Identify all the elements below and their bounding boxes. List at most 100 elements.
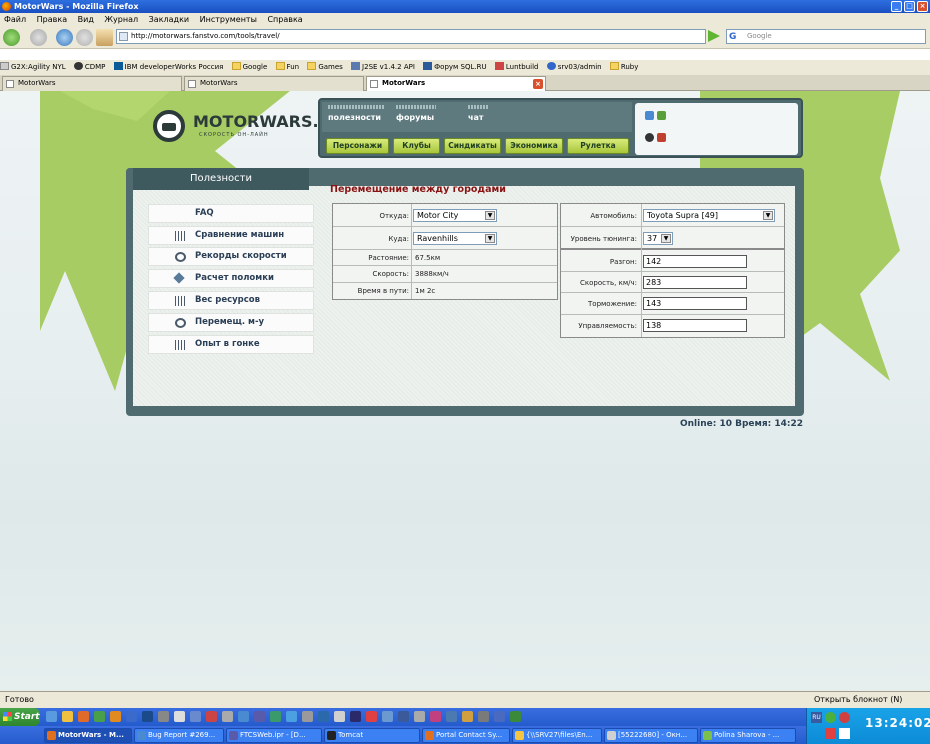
menu-item-race-experience[interactable]: Опыт в гонке xyxy=(148,335,314,354)
menu-history[interactable]: Журнал xyxy=(104,15,138,24)
mail-icon[interactable] xyxy=(839,728,850,739)
menu-view[interactable]: Вид xyxy=(78,15,94,24)
quicklaunch-icon[interactable] xyxy=(286,711,297,722)
nav-link-chat[interactable]: чат xyxy=(468,105,488,122)
browser-tab[interactable]: MotorWars xyxy=(184,76,364,91)
quicklaunch-icon[interactable] xyxy=(62,711,73,722)
bookmark-item[interactable]: srv03/admin xyxy=(546,60,602,75)
reload-icon[interactable] xyxy=(56,29,73,46)
nav-link-forums[interactable]: форумы xyxy=(396,105,436,122)
bookmark-item[interactable]: J2SE v1.4.2 API xyxy=(351,60,415,75)
button-clubs[interactable]: Клубы xyxy=(393,138,440,154)
menu-edit[interactable]: Правка xyxy=(37,15,67,24)
profile-icon[interactable] xyxy=(657,133,666,142)
quicklaunch-icon[interactable] xyxy=(46,711,57,722)
button-characters[interactable]: Персонажи xyxy=(326,138,389,154)
car-select[interactable]: Toyota Supra [49] ▼ xyxy=(643,209,775,222)
from-select[interactable]: Motor City ▼ xyxy=(413,209,497,222)
braking-input[interactable]: 143 xyxy=(643,297,747,310)
menu-tools[interactable]: Инструменты xyxy=(200,15,257,24)
home-icon[interactable] xyxy=(96,29,113,46)
quicklaunch-icon[interactable] xyxy=(302,711,313,722)
taskbar-button[interactable]: Tomcat xyxy=(324,728,420,743)
quicklaunch-icon[interactable] xyxy=(238,711,249,722)
stop-icon[interactable] xyxy=(76,29,93,46)
start-button[interactable]: Start xyxy=(0,708,40,726)
mail-icon[interactable] xyxy=(645,111,654,120)
minimize-button[interactable]: _ xyxy=(891,1,902,12)
quicklaunch-icon[interactable] xyxy=(446,711,457,722)
quicklaunch-icon[interactable] xyxy=(414,711,425,722)
button-syndicates[interactable]: Синдикаты xyxy=(444,138,501,154)
button-economy[interactable]: Экономика xyxy=(505,138,563,154)
quicklaunch-icon[interactable] xyxy=(366,711,377,722)
close-tab-icon[interactable]: × xyxy=(533,79,543,89)
settings-icon[interactable] xyxy=(645,133,654,142)
tray-icon[interactable] xyxy=(825,712,836,723)
quicklaunch-icon[interactable] xyxy=(78,711,89,722)
menu-file[interactable]: Файл xyxy=(4,15,26,24)
site-logo[interactable]: MOTORWARS.RU СКОРОСТЬ ОН-ЛАЙН xyxy=(151,108,344,144)
quicklaunch-icon[interactable] xyxy=(430,711,441,722)
quicklaunch-icon[interactable] xyxy=(142,711,153,722)
taskbar-button[interactable]: Portal Contact Sy... xyxy=(422,728,510,743)
bookmark-folder[interactable]: Google xyxy=(231,60,267,75)
bookmark-item[interactable]: Форум SQL.RU xyxy=(423,60,487,75)
nav-link-useful[interactable]: полезности xyxy=(328,105,384,122)
quicklaunch-icon[interactable] xyxy=(382,711,393,722)
quicklaunch-icon[interactable] xyxy=(158,711,169,722)
notepad-status[interactable]: Открыть блокнот (N) xyxy=(814,692,902,708)
language-indicator[interactable]: RU xyxy=(811,712,822,723)
menu-bookmarks[interactable]: Закладки xyxy=(149,15,189,24)
back-icon[interactable] xyxy=(3,29,20,46)
quicklaunch-icon[interactable] xyxy=(398,711,409,722)
quicklaunch-icon[interactable] xyxy=(462,711,473,722)
quicklaunch-icon[interactable] xyxy=(318,711,329,722)
maximize-button[interactable]: □ xyxy=(904,1,915,12)
taskbar-button[interactable]: Polina Sharova - ... xyxy=(700,728,796,743)
menu-item-resource-weight[interactable]: Вес ресурсов xyxy=(148,291,314,310)
quicklaunch-icon[interactable] xyxy=(334,711,345,722)
bookmark-item[interactable]: Luntbuild xyxy=(494,60,538,75)
quicklaunch-icon[interactable] xyxy=(206,711,217,722)
taskbar-button[interactable]: MotorWars - M... xyxy=(44,728,132,743)
quicklaunch-icon[interactable] xyxy=(510,711,521,722)
quicklaunch-icon[interactable] xyxy=(190,711,201,722)
bookmark-item[interactable]: IBM developerWorks Россия xyxy=(113,60,223,75)
menu-item-compare-cars[interactable]: Сравнение машин xyxy=(148,226,314,245)
bookmark-item[interactable]: G2X:Agility NYL xyxy=(0,60,66,75)
tray-icon[interactable] xyxy=(825,728,836,739)
search-input[interactable]: G Google xyxy=(726,29,926,44)
bookmark-folder[interactable]: Games xyxy=(307,60,343,75)
quicklaunch-icon[interactable] xyxy=(110,711,121,722)
quicklaunch-icon[interactable] xyxy=(478,711,489,722)
menu-item-city-travel[interactable]: Перемещ. м-у городами xyxy=(148,313,314,344)
to-select[interactable]: Ravenhills ▼ xyxy=(413,232,497,245)
browser-tab-active[interactable]: MotorWars × xyxy=(366,76,546,91)
menu-help[interactable]: Справка xyxy=(267,15,302,24)
tuning-select[interactable]: 37 ▼ xyxy=(643,232,673,245)
max-speed-input[interactable]: 283 xyxy=(643,276,747,289)
menu-item-damage-calc[interactable]: Расчет поломки xyxy=(148,269,314,288)
quicklaunch-icon[interactable] xyxy=(174,711,185,722)
browser-tab[interactable]: MotorWars xyxy=(2,76,182,91)
forward-icon[interactable] xyxy=(30,29,47,46)
quicklaunch-icon[interactable] xyxy=(94,711,105,722)
tray-icon[interactable] xyxy=(839,712,850,723)
quicklaunch-icon[interactable] xyxy=(350,711,361,722)
url-input[interactable]: http://motorwars.fanstvo.com/tools/trave… xyxy=(116,29,706,44)
menu-item-faq[interactable]: FAQ xyxy=(148,204,314,223)
bookmark-folder[interactable]: Fun xyxy=(275,60,299,75)
exit-icon[interactable] xyxy=(657,111,666,120)
taskbar-button[interactable]: {\\SRV27\files\En... xyxy=(512,728,602,743)
bookmark-item[interactable]: CDMP xyxy=(73,60,105,75)
quicklaunch-icon[interactable] xyxy=(270,711,281,722)
button-roulette[interactable]: Рулетка xyxy=(567,138,629,154)
quicklaunch-icon[interactable] xyxy=(222,711,233,722)
quicklaunch-icon[interactable] xyxy=(494,711,505,722)
menu-item-speed-records[interactable]: Рекорды скорости xyxy=(148,247,314,266)
bookmark-folder[interactable]: Ruby xyxy=(609,60,638,75)
quicklaunch-icon[interactable] xyxy=(126,711,137,722)
quicklaunch-icon[interactable] xyxy=(254,711,265,722)
taskbar-button[interactable]: Bug Report #269... xyxy=(134,728,224,743)
